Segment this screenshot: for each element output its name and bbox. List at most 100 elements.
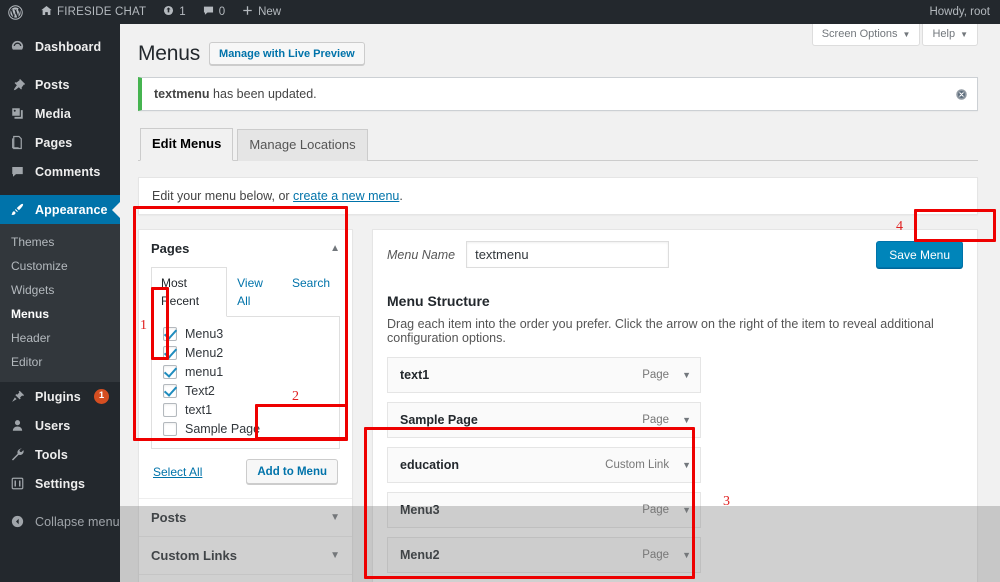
wordpress-logo-glyph (8, 4, 23, 20)
sidebar-item-dashboard[interactable]: Dashboard (0, 32, 120, 61)
sidebar-item-label: Plugins (35, 389, 81, 404)
checkbox-text2[interactable] (163, 384, 177, 399)
admin-content-area: Screen Options ▼ Help ▼ Menus Manage wit… (120, 24, 1000, 582)
dashboard-icon (9, 38, 26, 55)
sidebar-item-posts[interactable]: Posts (0, 70, 120, 99)
menu-item-type: Page (642, 504, 670, 517)
tab-manage-locations[interactable]: Manage Locations (237, 129, 368, 162)
accordion-section-posts: Posts ▼ (139, 499, 352, 538)
checkbox-sample-page[interactable] (163, 422, 177, 437)
select-all-link[interactable]: Select All (153, 465, 202, 479)
checkbox-menu3[interactable] (163, 327, 177, 342)
page-label: Text2 (185, 384, 215, 399)
notice-message: has been updated. (209, 87, 317, 102)
table-row[interactable]: education Custom Link ▼ (387, 447, 701, 484)
menu-item-title: text1 (400, 368, 430, 383)
sidebar-item-appearance[interactable]: Appearance (0, 195, 120, 224)
list-item[interactable]: Sample Page (161, 420, 330, 439)
accordion-header-categories[interactable]: Categories ▼ (139, 575, 352, 582)
sidebar-item-comments[interactable]: Comments (0, 157, 120, 186)
screen-meta-links: Screen Options ▼ Help ▼ (811, 24, 978, 46)
submenu-item-header[interactable]: Header (0, 326, 120, 350)
pages-checkbox-list: Menu3 Menu2 menu1 Text2 text1 Sample Pag… (151, 317, 340, 450)
screen-options-button[interactable]: Screen Options ▼ (811, 24, 921, 46)
comment-bubble-icon (9, 163, 26, 180)
updates-link[interactable]: 1 (154, 0, 193, 24)
site-name-menu[interactable]: FIRESIDE CHAT (32, 0, 154, 24)
wordpress-logo-icon[interactable] (0, 0, 32, 24)
help-button[interactable]: Help ▼ (922, 24, 978, 46)
tab-search[interactable]: Search (282, 267, 340, 317)
notice-menu-name: textmenu (154, 87, 210, 102)
table-row[interactable]: text1 Page ▼ (387, 357, 701, 394)
submenu-item-editor[interactable]: Editor (0, 350, 120, 374)
chevron-up-icon: ▲ (330, 243, 340, 255)
list-item[interactable]: menu1 (161, 363, 330, 382)
menu-item-type: Page (642, 369, 670, 382)
submenu-item-customize[interactable]: Customize (0, 254, 120, 278)
collapse-arrow-icon (9, 513, 26, 530)
checkbox-menu2[interactable] (163, 346, 177, 361)
sidebar-separator (0, 61, 120, 70)
site-name-label: FIRESIDE CHAT (57, 6, 147, 18)
submenu-item-menus[interactable]: Menus (0, 302, 120, 326)
tab-view-all[interactable]: View All (227, 267, 282, 317)
sidebar-item-pages[interactable]: Pages (0, 128, 120, 157)
sidebar-item-collapse-menu[interactable]: Collapse menu (0, 507, 120, 536)
sidebar-item-tools[interactable]: Tools (0, 440, 120, 469)
submenu-item-themes[interactable]: Themes (0, 230, 120, 254)
accordion-header-pages[interactable]: Pages ▲ (139, 230, 352, 267)
checkbox-text1[interactable] (163, 403, 177, 418)
list-item[interactable]: Text2 (161, 382, 330, 401)
add-to-menu-button[interactable]: Add to Menu (246, 459, 338, 485)
home-icon (40, 4, 53, 20)
new-content-menu[interactable]: New (233, 0, 289, 24)
comments-link[interactable]: 0 (194, 0, 233, 24)
sidebar-item-label: Appearance (35, 202, 108, 217)
menu-item-title: education (400, 458, 460, 473)
checkbox-menu1[interactable] (163, 365, 177, 380)
sidebar-item-media[interactable]: Media (0, 99, 120, 128)
wrench-icon (9, 446, 26, 463)
settings-sliders-icon (9, 475, 26, 492)
page-label: Sample Page (185, 422, 261, 437)
accordion-header-custom-links[interactable]: Custom Links ▼ (139, 537, 352, 574)
add-to-menu-label: Add to Menu (257, 465, 327, 478)
create-new-menu-link[interactable]: create a new menu (293, 189, 399, 203)
pin-icon (9, 76, 26, 93)
chevron-down-icon[interactable]: ▼ (682, 505, 691, 515)
sidebar-item-plugins[interactable]: Plugins 1 (0, 382, 120, 411)
chevron-down-icon[interactable]: ▼ (682, 550, 691, 560)
submenu-item-widgets[interactable]: Widgets (0, 278, 120, 302)
sidebar-item-settings[interactable]: Settings (0, 469, 120, 498)
pages-footer-actions: Select All Add to Menu (151, 449, 340, 486)
menu-item-type: Page (642, 414, 670, 427)
intro-text-before: Edit your menu below, or (152, 189, 294, 204)
plugin-icon (9, 388, 26, 405)
table-row[interactable]: Sample Page Page ▼ (387, 402, 701, 439)
tab-edit-menus[interactable]: Edit Menus (140, 128, 234, 162)
accordion-header-posts[interactable]: Posts ▼ (139, 499, 352, 536)
save-menu-button[interactable]: Save Menu (876, 241, 963, 269)
paintbrush-icon (9, 201, 26, 218)
sidebar-item-users[interactable]: Users (0, 411, 120, 440)
chevron-down-icon: ▼ (330, 512, 340, 524)
admin-sidebar: Dashboard Posts Media Pages Comments App… (0, 24, 120, 582)
chevron-down-icon[interactable]: ▼ (682, 415, 691, 425)
list-item[interactable]: Menu2 (161, 344, 330, 363)
table-row[interactable]: Menu3 Page ▼ (387, 492, 701, 529)
chevron-down-icon[interactable]: ▼ (682, 370, 691, 380)
howdy-user-menu[interactable]: Howdy, root (921, 0, 1000, 24)
wordpress-admin-screen: FIRESIDE CHAT 1 0 New Howdy, root Dashbo… (0, 0, 1000, 582)
dismiss-icon[interactable] (951, 84, 971, 104)
updates-icon (162, 4, 175, 20)
list-item[interactable]: Menu3 (161, 325, 330, 344)
manage-with-live-preview-button[interactable]: Manage with Live Preview (209, 42, 365, 66)
list-item[interactable]: text1 (161, 401, 330, 420)
chevron-down-icon[interactable]: ▼ (682, 460, 691, 470)
menu-name-input[interactable] (466, 241, 670, 269)
menu-item-title: Menu3 (400, 503, 440, 518)
tab-most-recent[interactable]: Most Recent (151, 267, 228, 318)
sidebar-item-label: Collapse menu (35, 514, 120, 529)
table-row[interactable]: Menu2 Page ▼ (387, 537, 701, 574)
